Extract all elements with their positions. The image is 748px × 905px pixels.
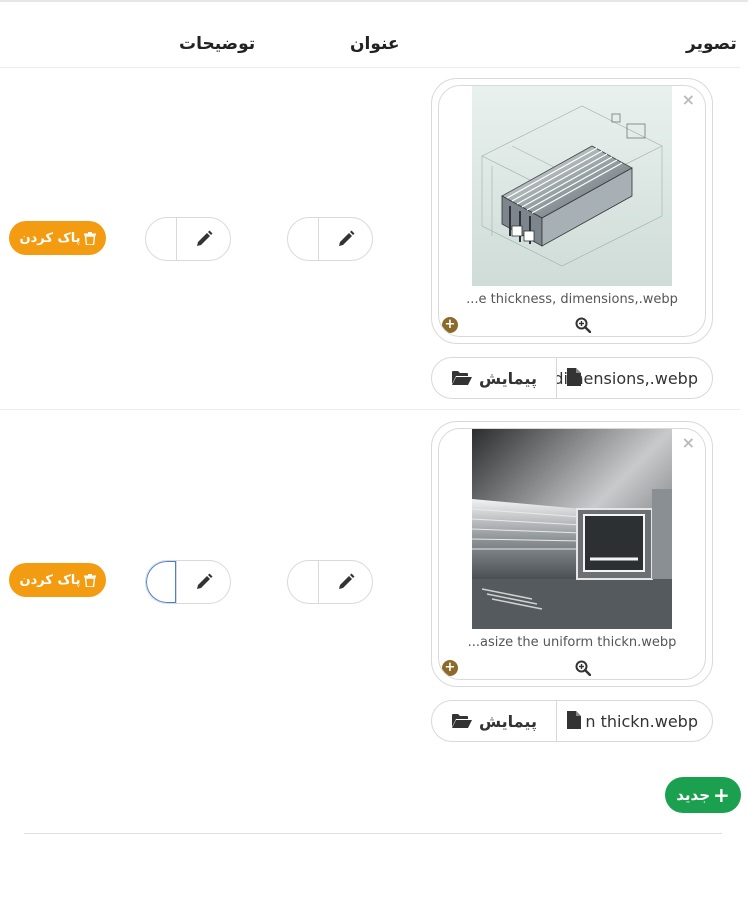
browse-label: پیمایش <box>479 368 537 388</box>
new-label: جدید <box>676 786 711 804</box>
file-name-text: n thickn.webp <box>585 711 698 731</box>
description-edit-group <box>145 217 231 261</box>
header-separator <box>0 67 740 68</box>
file-name-field[interactable]: n thickn.webp <box>557 701 712 741</box>
aluminum-profile-drawing-image <box>472 86 672 286</box>
folder-open-icon <box>452 371 473 385</box>
trash-icon <box>83 231 96 245</box>
trash-icon <box>83 573 96 587</box>
row-separator <box>0 409 740 410</box>
header-title: عنوان <box>350 34 400 54</box>
zoom-icon[interactable] <box>575 317 591 333</box>
add-new-row-button[interactable]: + جدید <box>665 777 741 813</box>
edit-title-button[interactable] <box>318 561 372 603</box>
bottom-divider <box>24 833 722 834</box>
add-image-icon[interactable]: + <box>442 660 458 676</box>
plus-icon: + <box>713 783 730 807</box>
image-caption: ...asize the uniform thickn.webp <box>467 635 677 650</box>
remove-image-icon[interactable]: × <box>682 92 695 108</box>
title-input[interactable] <box>288 218 318 260</box>
title-edit-group <box>287 217 373 261</box>
image-preview-frame: × ...e thickness, dimensions,.webp + <box>438 85 706 337</box>
delete-row-button[interactable]: پاک کردن <box>9 221 106 255</box>
pencil-icon <box>197 230 213 246</box>
title-edit-group <box>287 560 373 604</box>
delete-row-button[interactable]: پاک کردن <box>9 563 106 597</box>
header-image: تصویر <box>686 34 737 54</box>
file-icon <box>567 368 581 386</box>
image-card: × ...asize the uniform thickn.webp + <box>431 421 713 687</box>
edit-description-button[interactable] <box>176 561 230 603</box>
pencil-icon <box>197 573 213 589</box>
delete-label: پاک کردن <box>19 572 81 588</box>
edit-description-button[interactable] <box>176 218 230 260</box>
browse-label: پیمایش <box>479 711 537 731</box>
top-divider <box>0 0 748 2</box>
description-input[interactable] <box>146 218 176 260</box>
image-preview-frame: × ...asize the uniform thickn.webp + <box>438 428 706 680</box>
image-caption: ...e thickness, dimensions,.webp <box>466 292 678 307</box>
pencil-icon <box>339 230 355 246</box>
add-image-icon[interactable]: + <box>442 317 458 333</box>
delete-label: پاک کردن <box>19 230 81 246</box>
image-card: × ...e thickness, dimensions,.webp + <box>431 78 713 344</box>
pencil-icon <box>339 573 355 589</box>
remove-image-icon[interactable]: × <box>682 435 695 451</box>
header-description: توضیحات <box>179 34 256 54</box>
folder-open-icon <box>452 714 473 728</box>
file-icon <box>567 711 581 729</box>
description-input[interactable] <box>146 561 176 603</box>
zoom-icon[interactable] <box>575 660 591 676</box>
aluminum-channel-photo-image <box>472 429 672 629</box>
browse-button[interactable]: پیمایش <box>432 358 557 398</box>
title-input[interactable] <box>288 561 318 603</box>
file-picker: پیمایش dimensions,.webp <box>431 357 713 399</box>
edit-title-button[interactable] <box>318 218 372 260</box>
browse-button[interactable]: پیمایش <box>432 701 557 741</box>
description-edit-group <box>145 560 231 604</box>
file-picker: پیمایش n thickn.webp <box>431 700 713 742</box>
file-name-field[interactable]: dimensions,.webp <box>557 358 712 398</box>
